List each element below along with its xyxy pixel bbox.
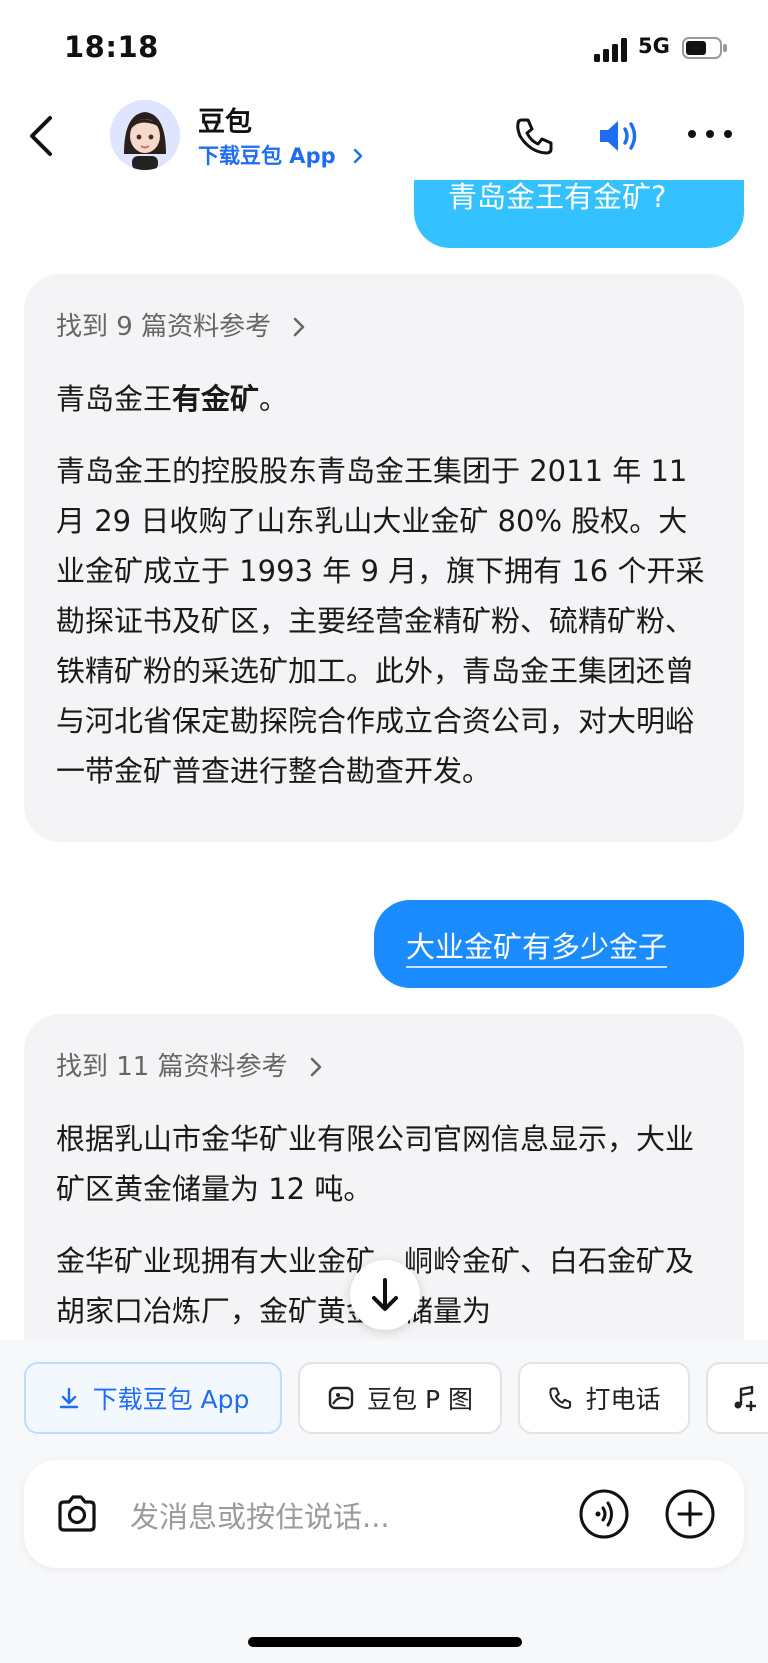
chevron-right-icon xyxy=(353,148,363,164)
references-label: 找到 9 篇资料参考 xyxy=(56,312,272,342)
user-message[interactable]: 大业金矿有多少金子 xyxy=(374,900,744,988)
image-edit-icon xyxy=(328,1386,354,1410)
bot-name: 豆包 xyxy=(198,107,252,138)
chevron-right-icon xyxy=(310,1057,322,1077)
avatar[interactable] xyxy=(110,100,180,170)
composer: 发消息或按住说话... xyxy=(0,1460,768,1663)
chat-area[interactable]: 青岛金王有金矿? 找到 9 篇资料参考 青岛金王有金矿。 青岛金王的控股股东青岛… xyxy=(0,180,768,1340)
scroll-to-bottom-button[interactable] xyxy=(350,1260,420,1330)
download-icon xyxy=(59,1387,78,1409)
network-label: 5G xyxy=(638,34,670,58)
music-chip[interactable] xyxy=(706,1362,768,1434)
chip-label: 豆包 P 图 xyxy=(367,1385,473,1414)
back-icon[interactable] xyxy=(26,112,56,160)
answer-paragraph: 根据乳山市金华矿业有限公司官网信息显示，大业矿区黄金储量为 12 吨。 xyxy=(56,1122,695,1206)
references-link[interactable]: 找到 9 篇资料参考 xyxy=(56,274,714,354)
voice-icon[interactable] xyxy=(578,1488,630,1540)
bot-message[interactable]: 找到 9 篇资料参考 青岛金王有金矿。 青岛金王的控股股东青岛金王集团于 201… xyxy=(24,274,744,842)
status-bar: 18:18 5G xyxy=(0,0,768,96)
chip-label: 下载豆包 App xyxy=(92,1385,250,1414)
battery-icon xyxy=(682,37,727,59)
camera-icon[interactable] xyxy=(54,1492,100,1536)
answer-lead: 青岛金王有金矿。 xyxy=(56,382,289,416)
references-link[interactable]: 找到 11 篇资料参考 xyxy=(56,1014,714,1094)
more-icon[interactable] xyxy=(684,122,736,146)
references-label: 找到 11 篇资料参考 xyxy=(56,1052,288,1082)
download-app-chip[interactable]: 下载豆包 App xyxy=(24,1362,282,1434)
chip-label: 打电话 xyxy=(585,1385,661,1414)
speaker-icon[interactable] xyxy=(596,114,646,158)
phone-icon[interactable] xyxy=(512,114,556,158)
home-indicator xyxy=(248,1637,522,1647)
chat-header: 豆包 下载豆包 App xyxy=(0,96,768,180)
quick-actions: 下载豆包 App 豆包 P 图 打电话 xyxy=(0,1340,768,1460)
user-message[interactable]: 青岛金王有金矿? xyxy=(414,180,744,248)
answer-body: 青岛金王的控股股东青岛金王集团于 2011 年 11 月 29 日收购了山东乳山… xyxy=(56,454,705,788)
status-time: 18:18 xyxy=(64,30,159,64)
message-input[interactable]: 发消息或按住说话... xyxy=(130,1494,390,1536)
arrow-down-icon xyxy=(372,1278,398,1311)
message-input-bar[interactable]: 发消息或按住说话... xyxy=(24,1460,744,1568)
download-link-label: 下载豆包 App xyxy=(198,144,336,168)
user-message-text: 大业金矿有多少金子 xyxy=(406,930,668,968)
signal-icon xyxy=(594,38,627,62)
download-app-link[interactable]: 下载豆包 App xyxy=(198,140,367,170)
chevron-right-icon xyxy=(294,317,305,337)
music-icon xyxy=(734,1385,756,1411)
phone-small-icon xyxy=(549,1387,572,1410)
plus-icon[interactable] xyxy=(664,1488,716,1540)
p-image-chip[interactable]: 豆包 P 图 xyxy=(298,1362,502,1434)
call-chip[interactable]: 打电话 xyxy=(518,1362,690,1434)
